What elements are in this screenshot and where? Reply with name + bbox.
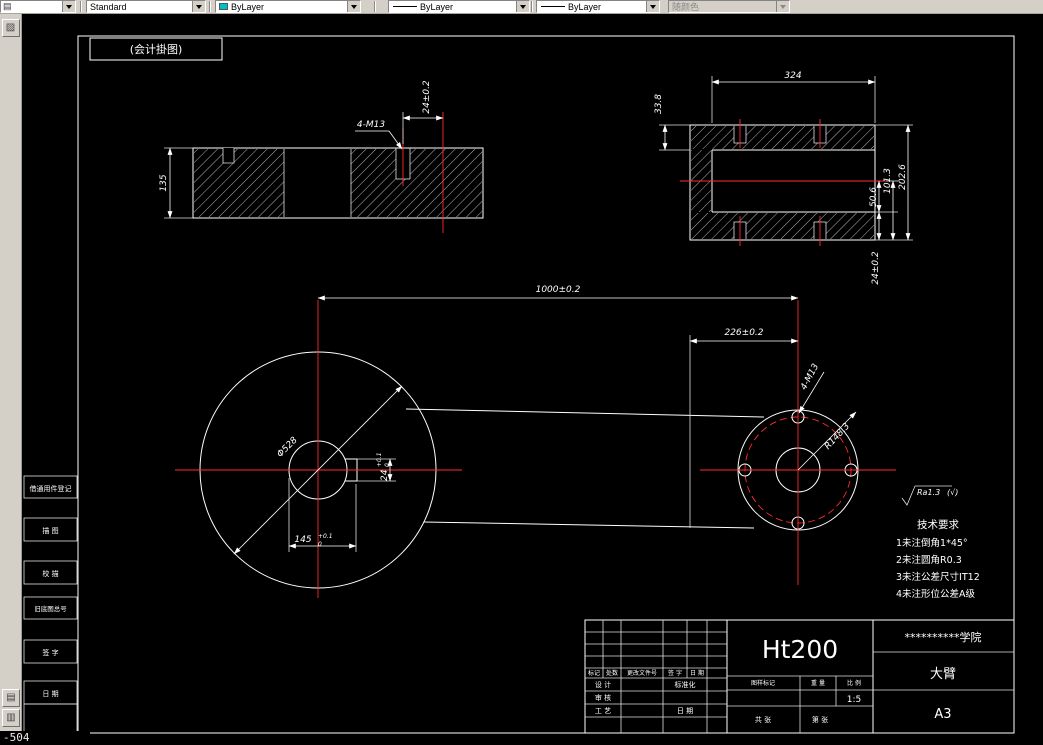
dim-101-3: 101.3: [883, 168, 893, 194]
dim-202-6: 202.6: [898, 164, 908, 190]
dim-145: 145: [294, 535, 311, 545]
paper-size: A3: [934, 707, 951, 722]
tech-req-line: 4未注形位公差A级: [896, 588, 976, 600]
chevron-down-icon[interactable]: [192, 1, 205, 12]
dim-24-flange: 24±0.2: [871, 251, 881, 285]
dim-4m13-top: 4-M13: [357, 120, 385, 130]
view-label: (会计掛图): [130, 42, 183, 56]
lineweight-dropdown[interactable]: ByLayer: [536, 0, 660, 13]
dim-145-tol-lower: 0: [318, 541, 322, 548]
rev-header-cell: 标记: [588, 669, 600, 677]
layers-icon: ▤: [3, 1, 12, 11]
status-fragment: -504: [0, 731, 90, 745]
chevron-down-icon[interactable]: [776, 1, 789, 12]
info-header-cell: 图样标记: [751, 679, 775, 687]
sheet-margin-blocks: 借通用件登记 描 图 校 描 旧底图总号 签 字 日 期: [23, 475, 78, 734]
dim-145-tol-upper: +0.1: [318, 533, 333, 540]
lineweight-sample-icon: [541, 6, 565, 7]
layer-dropdown[interactable]: ▤: [0, 0, 76, 13]
left-toolbar-bottom-group: ▤ ▥: [0, 687, 22, 729]
info-header-cell: 重 量: [811, 679, 825, 687]
left-toolbar-button-3[interactable]: ▥: [2, 709, 20, 727]
application-window: ▤ Standard ByLayer ByLayer ByLayer 随颜色 ▨…: [0, 0, 1043, 745]
chevron-down-icon[interactable]: [347, 1, 360, 12]
title-block: 标记 处数 更改文件号 签 字 日 期 设 计 审 核 工 艺 标准化 日 期 …: [584, 619, 1015, 734]
sheet-number: 第 张: [812, 715, 828, 724]
sig-label: 工 艺: [595, 707, 611, 715]
left-toolbar-strip: ▨ ▤ ▥: [0, 14, 22, 745]
dim-1000: 1000±0.2: [536, 285, 581, 295]
dim-dia528: Φ528: [275, 435, 299, 459]
tech-req-line: 3未注公差尺寸IT12: [896, 571, 980, 583]
roughness-check-icon: [901, 485, 916, 506]
tech-req-line: 1未注倒角1*45°: [896, 537, 968, 549]
rev-header-cell: 签 字: [668, 669, 682, 677]
margin-block-label: 借通用件登记: [30, 484, 72, 493]
toolbar-separator: [374, 1, 376, 12]
drawing-canvas[interactable]: 借通用件登记 描 图 校 描 旧底图总号 签 字 日 期 (会计掛图) 135 …: [22, 14, 1043, 745]
style-value: Standard: [90, 1, 127, 12]
view-label-box: (会计掛图): [89, 37, 223, 61]
left-toolbar-button-1[interactable]: ▨: [1, 19, 20, 37]
dim-24-top: 24±0.2: [422, 80, 432, 114]
dim-50-6: 50.6: [869, 187, 879, 207]
sig-label: 标准化: [675, 680, 696, 689]
chevron-down-icon[interactable]: [646, 1, 659, 12]
dim-4m13-plan: 4-M13: [799, 362, 821, 392]
toolbar-separator: [531, 1, 533, 12]
part-name: 大臂: [930, 667, 956, 682]
plotstyle-value: 随颜色: [672, 2, 700, 12]
roughness-value: Ra1.3: [917, 488, 940, 497]
chevron-down-icon[interactable]: [516, 1, 529, 12]
margin-block-label: 旧底图总号: [34, 604, 67, 613]
color-value: ByLayer: [231, 1, 265, 12]
dim-324: 324: [784, 71, 801, 81]
lineweight-value: ByLayer: [568, 1, 602, 12]
left-toolbar-button-2[interactable]: ▤: [2, 689, 20, 707]
style-dropdown[interactable]: Standard: [86, 0, 206, 13]
rev-header-cell: 处数: [606, 669, 618, 677]
roughness-check-suffix: (√): [947, 488, 958, 497]
drawing-viewport[interactable]: 借通用件登记 描 图 校 描 旧底图总号 签 字 日 期 (会计掛图) 135 …: [22, 14, 1043, 745]
toolbar-separator: [209, 1, 211, 12]
section-view: [192, 112, 886, 246]
chevron-down-icon[interactable]: [62, 1, 75, 12]
technical-requirements: Ra1.3 (√) 技术要求 1未注倒角1*45° 2未注圆角R0.3 3未注公…: [896, 485, 980, 600]
linetype-value: ByLayer: [420, 1, 454, 12]
margin-block-label: 描 图: [42, 526, 58, 535]
sheet-count: 共 张: [755, 715, 771, 724]
sig-label: 日 期: [677, 707, 693, 715]
dim-33-8: 33.8: [654, 94, 664, 114]
properties-toolbar: ▤ Standard ByLayer ByLayer ByLayer 随颜色: [0, 0, 1043, 14]
color-swatch-icon: [219, 3, 228, 10]
linetype-dropdown[interactable]: ByLayer: [388, 0, 530, 13]
dim-24-slot-tol-upper: +0.1: [376, 452, 383, 467]
plan-view-dimensions: 1000±0.2 226±0.2 Φ528 145 +0.1 0 24 +0.1…: [233, 285, 857, 555]
tech-req-line: 2未注圆角R0.3: [896, 554, 962, 566]
sig-label: 设 计: [595, 680, 611, 689]
dim-226: 226±0.2: [724, 328, 763, 338]
material-label: Ht200: [762, 635, 838, 664]
linetype-sample-icon: [393, 6, 417, 7]
scale-value: 1:5: [847, 695, 861, 705]
info-header-cell: 比 例: [847, 679, 861, 687]
plotstyle-dropdown[interactable]: 随颜色: [668, 0, 790, 13]
dim-135: 135: [159, 174, 169, 191]
dim-24-slot: 24: [380, 469, 390, 481]
tech-req-title: 技术要求: [917, 518, 959, 531]
dim-24-slot-tol-lower: 0: [384, 463, 391, 467]
sig-label: 审 核: [595, 693, 611, 702]
rev-header-cell: 日 期: [690, 669, 704, 677]
margin-block-label: 签 字: [42, 648, 58, 657]
color-dropdown[interactable]: ByLayer: [215, 0, 361, 13]
organization-name: **********学院: [905, 630, 982, 644]
margin-block-label: 校 描: [42, 569, 58, 578]
margin-block-label: 日 期: [42, 690, 58, 698]
toolbar-separator: [80, 1, 82, 12]
rev-header-cell: 更改文件号: [627, 669, 657, 677]
